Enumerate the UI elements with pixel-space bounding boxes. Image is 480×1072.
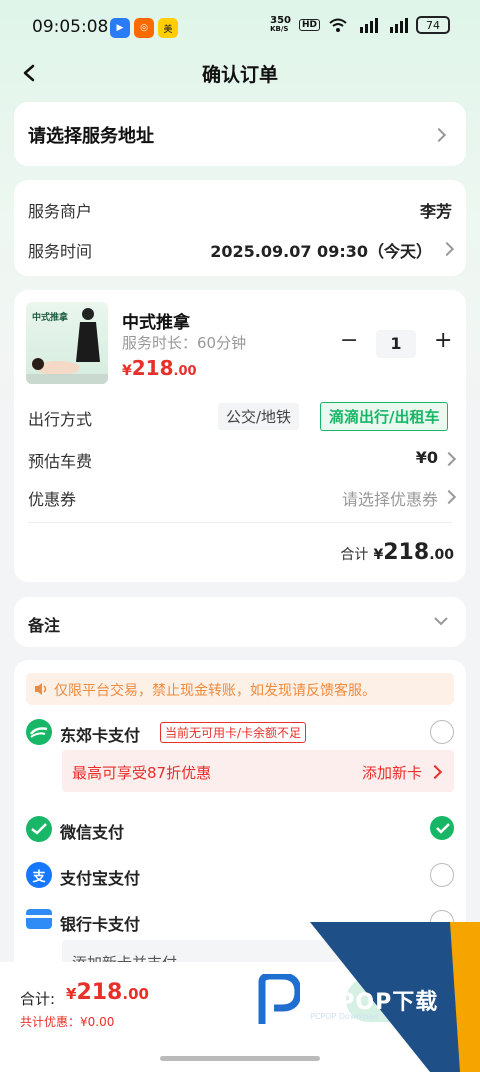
battery-icon: 74 — [416, 16, 450, 34]
bottom-total-price: ¥218.00 — [66, 980, 149, 1005]
address-label: 请选择服务地址 — [28, 126, 154, 147]
dongjiao-card-icon — [26, 719, 52, 745]
chevron-right-icon — [439, 241, 455, 257]
wechat-pay-icon — [26, 816, 52, 842]
price-currency: ¥ — [122, 363, 132, 379]
service-thumbnail: 中式推拿 — [26, 302, 108, 384]
qty-value[interactable]: 1 — [376, 330, 416, 358]
total-decimal: .00 — [429, 547, 454, 563]
card-unavailable-badge: 当前无可用卡/卡余额不足 — [160, 722, 307, 743]
travel-option-taxi[interactable]: 滴滴出行/出租车 — [320, 402, 449, 431]
chevron-right-icon — [431, 127, 447, 143]
service-time-label: 服务时间 — [28, 242, 93, 261]
status-time: 09:05:08 — [32, 17, 109, 37]
page-title: 确认订单 — [201, 64, 278, 86]
signal-icon — [390, 18, 408, 33]
alipay-icon-glyph: 支 — [32, 869, 46, 885]
signal-icon — [360, 18, 378, 33]
app-notification-icon: ▶ — [110, 18, 130, 38]
notice-text: 仅限平台交易，禁止现金转账，如发现请反馈客服。 — [54, 683, 376, 699]
service-duration: 服务时长：60分钟 — [122, 334, 247, 352]
battery-level: 74 — [426, 18, 440, 32]
wechat-pay-radio[interactable] — [430, 816, 454, 840]
bottom-discount: 共计优惠：¥0.00 — [20, 1015, 115, 1029]
service-name: 中式推拿 — [122, 313, 190, 333]
network-speed: 350 KB/S — [270, 16, 291, 34]
merchant-value: 李芳 — [419, 202, 452, 221]
speaker-icon — [35, 683, 47, 695]
massage-illustration — [26, 308, 108, 384]
watermark-sub: PCPOP Download — [310, 1012, 379, 1021]
chevron-right-icon — [427, 764, 443, 780]
remark-row[interactable]: 备注 — [14, 597, 466, 647]
card-promo-banner[interactable]: 最高可享受87折优惠 添加新卡 — [62, 750, 454, 792]
merchant-card: 服务商户 李芳 服务时间 2025.09.07 09:30（今天） — [14, 180, 466, 276]
travel-option-bus[interactable]: 公交/地铁 — [218, 403, 300, 430]
chevron-right-icon — [441, 451, 457, 467]
home-indicator — [160, 1056, 320, 1061]
network-speed-unit: KB/S — [270, 25, 289, 33]
service-price: ¥218.00 — [122, 356, 197, 380]
card-promo-text: 最高可享受87折优惠 — [72, 764, 212, 782]
status-indicators: 350 KB/S HD 74 — [270, 16, 450, 34]
remark-label: 备注 — [28, 616, 61, 635]
chevron-right-icon — [441, 489, 457, 505]
chevron-down-icon — [434, 617, 448, 626]
service-total: 合计 ¥218.00 — [340, 540, 454, 565]
nav-bar: 确认订单 — [0, 56, 480, 90]
card-pay-label: 东郊卡支付 — [60, 726, 141, 745]
bank-card-icon — [26, 909, 52, 929]
wifi-icon — [329, 18, 347, 32]
coupon-label: 优惠券 — [28, 490, 77, 509]
address-selector[interactable]: 请选择服务地址 — [14, 102, 466, 166]
travel-label: 出行方式 — [28, 410, 93, 429]
status-bar: 09:05:08 ▶ ◎ 美 350 KB/S HD 74 — [0, 0, 480, 56]
bottom-decimal: .00 — [122, 985, 149, 1003]
notice-banner: 仅限平台交易，禁止现金转账，如发现请反馈客服。 — [26, 673, 454, 705]
service-card: 中式推拿 中式推拿 服务时长：60分钟 ¥218.00 − 1 + 出行方式 公… — [14, 290, 466, 582]
meituan-icon: 美 — [158, 18, 178, 38]
price-integer: 218 — [131, 356, 174, 380]
network-speed-value: 350 — [270, 15, 291, 26]
coupon-selector[interactable]: 请选择优惠券 — [342, 486, 438, 510]
bottom-currency: ¥ — [66, 985, 77, 1003]
qty-minus-button[interactable]: − — [340, 328, 358, 353]
wechat-pay-label: 微信支付 — [60, 823, 125, 842]
bottom-integer: 218 — [76, 980, 123, 1005]
card-pay-radio[interactable] — [430, 720, 454, 744]
total-label: 合计 — [340, 547, 369, 563]
total-currency: ¥ — [373, 547, 384, 563]
bottom-total-label: 合计: — [20, 990, 56, 1008]
fare-label: 预估车费 — [28, 452, 93, 471]
watermark-logo — [258, 972, 302, 1026]
divider — [28, 522, 452, 523]
total-integer: 218 — [383, 540, 430, 565]
price-decimal: .00 — [173, 364, 197, 379]
qty-plus-button[interactable]: + — [434, 328, 452, 353]
hd-badge: HD — [298, 19, 320, 31]
alipay-label: 支付宝支付 — [60, 869, 141, 888]
alipay-radio[interactable] — [430, 863, 454, 887]
app-notification-icon: ◎ — [134, 18, 154, 38]
service-time-value[interactable]: 2025.09.07 09:30（今天） — [210, 238, 432, 262]
merchant-label: 服务商户 — [28, 202, 93, 221]
add-card-link[interactable]: 添加新卡 — [362, 762, 422, 783]
alipay-icon: 支 — [26, 862, 52, 888]
bank-pay-label: 银行卡支付 — [60, 915, 141, 934]
fare-value: ¥0 — [415, 448, 438, 467]
